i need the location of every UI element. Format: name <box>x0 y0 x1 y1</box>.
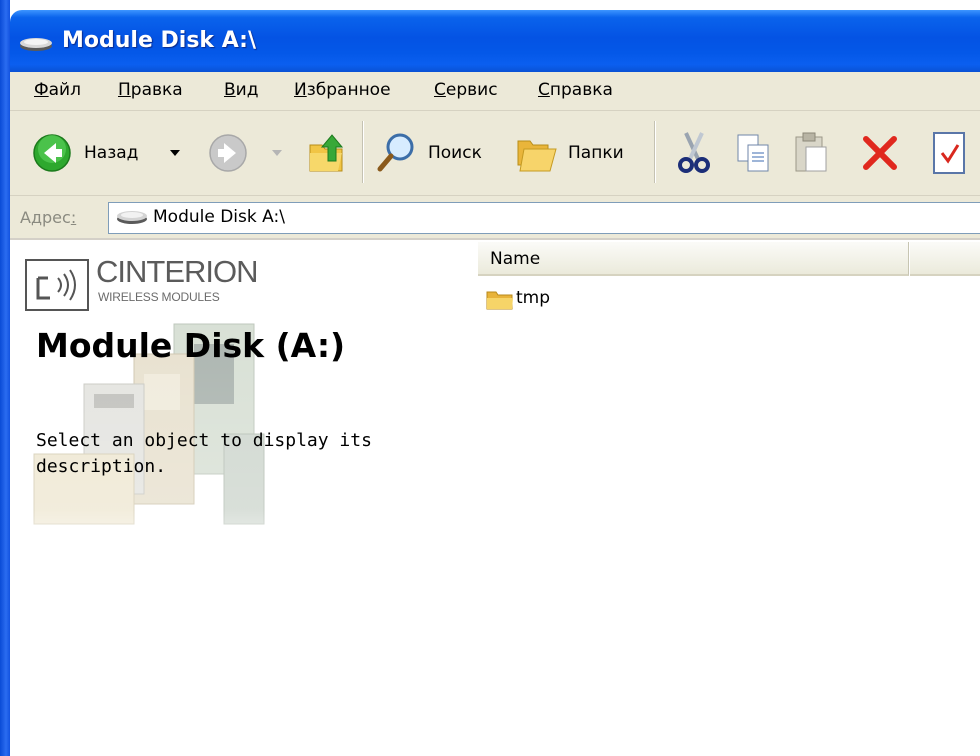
folders-icon <box>517 140 557 172</box>
forward-dropdown-icon[interactable] <box>272 150 282 156</box>
column-header-empty[interactable] <box>910 242 980 276</box>
title-bar[interactable]: Module Disk A:\ <box>10 10 980 72</box>
list-item[interactable]: tmp <box>486 288 576 312</box>
forward-button[interactable] <box>208 133 288 173</box>
address-bar: Адрес: Module Disk A:\ <box>10 196 980 240</box>
disk-title: Module Disk (A:) <box>36 326 346 365</box>
back-dropdown-icon[interactable] <box>170 150 180 156</box>
window-frame-left <box>0 0 10 756</box>
menu-tools[interactable]: Сервис <box>434 80 498 100</box>
search-button[interactable]: Поиск <box>376 131 500 175</box>
cinterion-logo-icon <box>25 259 89 311</box>
delete-icon[interactable] <box>860 133 900 173</box>
drive-icon <box>20 38 52 51</box>
address-input[interactable]: Module Disk A:\ <box>108 202 980 234</box>
menu-file[interactable]: Файл <box>34 80 81 100</box>
menu-help[interactable]: Справка <box>538 80 613 100</box>
copy-icon[interactable] <box>734 131 774 175</box>
search-icon <box>377 133 414 172</box>
paste-icon[interactable] <box>792 131 832 175</box>
folder-icon <box>486 291 513 310</box>
brand-subtitle: WIRELESS MODULES <box>98 290 220 304</box>
menu-favorites[interactable]: Избранное <box>294 80 391 100</box>
folder-up-icon[interactable] <box>306 131 348 175</box>
explorer-window: Module Disk A:\ Файл Правка Вид Избранно… <box>0 0 980 756</box>
menu-view[interactable]: Вид <box>224 80 258 100</box>
menu-bar: Файл Правка Вид Избранное Сервис Справка <box>10 72 980 111</box>
column-header-name[interactable]: Name <box>478 242 909 276</box>
description-text: Select an object to display its descript… <box>36 430 372 477</box>
forward-arrow-icon <box>209 134 247 172</box>
folders-button[interactable]: Папки <box>516 131 646 175</box>
column-header-label: Name <box>490 249 541 269</box>
search-label: Поиск <box>428 143 482 163</box>
window-title: Module Disk A:\ <box>62 28 256 53</box>
back-button[interactable]: Назад <box>32 133 192 173</box>
file-list: Name tmp <box>478 240 980 756</box>
cut-icon[interactable] <box>674 131 714 175</box>
address-value: Module Disk A:\ <box>153 207 285 227</box>
back-label: Назад <box>84 143 139 163</box>
folders-label: Папки <box>568 143 624 163</box>
brand-name: CINTERION <box>96 254 258 289</box>
properties-icon[interactable] <box>930 129 970 177</box>
menu-edit[interactable]: Правка <box>118 80 183 100</box>
file-name: tmp <box>516 288 551 308</box>
back-arrow-icon <box>33 134 71 172</box>
toolbar-separator <box>654 121 656 183</box>
toolbar-separator <box>362 121 364 183</box>
details-pane: CINTERION WIRELESS MODULES Module Disk (… <box>10 240 470 756</box>
address-label: Адрес: <box>20 208 77 227</box>
drive-icon <box>117 211 147 224</box>
toolbar: Назад Поиск Папки <box>10 111 980 196</box>
